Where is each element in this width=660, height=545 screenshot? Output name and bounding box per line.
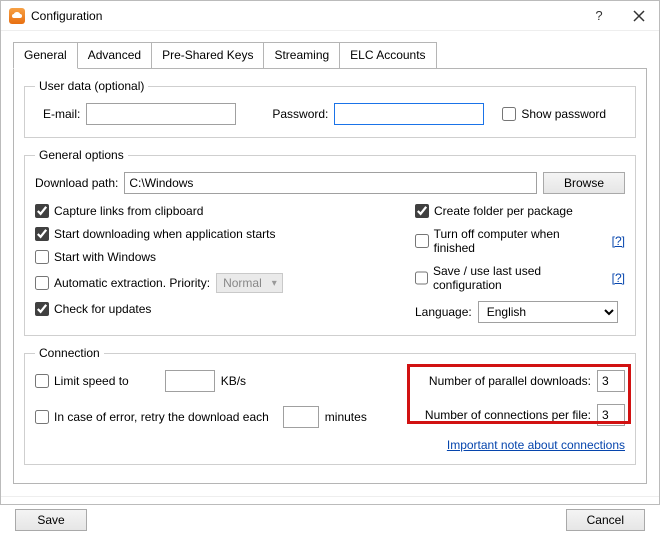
cancel-button[interactable]: Cancel (566, 509, 645, 531)
check-updates-checkbox[interactable]: Check for updates (35, 302, 395, 316)
legend-user-data: User data (optional) (35, 79, 148, 93)
priority-select: Normal (216, 273, 283, 293)
app-icon (9, 8, 25, 24)
legend-general-options: General options (35, 148, 128, 162)
capture-links-checkbox[interactable]: Capture links from clipboard (35, 204, 395, 218)
retry-minutes-input (283, 406, 319, 428)
password-label: Password: (272, 107, 328, 121)
auto-extract-checkbox[interactable]: Automatic extraction. Priority: (35, 276, 210, 290)
highlight-box (407, 364, 631, 424)
minutes-label: minutes (325, 410, 367, 424)
turn-off-checkbox[interactable]: Turn off computer when finished (415, 227, 600, 255)
legend-connection: Connection (35, 346, 104, 360)
email-label: E-mail: (43, 107, 80, 121)
help-button[interactable]: ? (579, 1, 619, 31)
start-downloading-checkbox[interactable]: Start downloading when application start… (35, 227, 395, 241)
tab-pre-shared-keys[interactable]: Pre-Shared Keys (151, 42, 264, 69)
auto-extract-row: Automatic extraction. Priority: Normal (35, 273, 395, 293)
create-folder-checkbox[interactable]: Create folder per package (415, 204, 625, 218)
tab-streaming[interactable]: Streaming (263, 42, 340, 69)
show-password-checkbox[interactable]: Show password (502, 107, 606, 121)
close-icon (633, 10, 645, 22)
tab-elc-accounts[interactable]: ELC Accounts (339, 42, 436, 69)
savelast-help-link[interactable]: [?] (612, 271, 625, 285)
save-last-config-checkbox[interactable]: Save / use last used configuration (415, 264, 600, 292)
group-connection: Connection Limit speed to KB/s In case o… (24, 346, 636, 465)
email-input[interactable] (86, 103, 236, 125)
tab-general[interactable]: General (13, 42, 78, 69)
start-with-windows-checkbox[interactable]: Start with Windows (35, 250, 395, 264)
language-select[interactable]: English (478, 301, 618, 323)
language-label: Language: (415, 305, 472, 319)
retry-checkbox[interactable]: In case of error, retry the download eac… (35, 410, 269, 424)
turnoff-help-link[interactable]: [?] (612, 234, 625, 248)
group-general-options: General options Download path: Browse Ca… (24, 148, 636, 336)
tab-advanced[interactable]: Advanced (77, 42, 152, 69)
password-input[interactable] (334, 103, 484, 125)
group-user-data: User data (optional) E-mail: Password: S… (24, 79, 636, 138)
kbs-label: KB/s (221, 374, 246, 388)
titlebar: Configuration ? (1, 1, 659, 31)
close-button[interactable] (619, 1, 659, 31)
show-password-box[interactable] (502, 107, 516, 121)
tabstrip: General Advanced Pre-Shared Keys Streami… (13, 41, 647, 68)
limit-speed-checkbox[interactable]: Limit speed to (35, 374, 129, 388)
footer: Save Cancel (1, 496, 659, 545)
connections-note-link[interactable]: Important note about connections (447, 438, 625, 452)
download-path-label: Download path: (35, 176, 118, 190)
tabpanel-general: User data (optional) E-mail: Password: S… (13, 68, 647, 484)
limit-speed-input (165, 370, 215, 392)
show-password-label: Show password (521, 107, 606, 121)
config-window: Configuration ? General Advanced Pre-Sha… (0, 0, 660, 505)
window-title: Configuration (31, 9, 579, 23)
download-path-input[interactable] (124, 172, 537, 194)
browse-button[interactable]: Browse (543, 172, 625, 194)
save-button[interactable]: Save (15, 509, 87, 531)
